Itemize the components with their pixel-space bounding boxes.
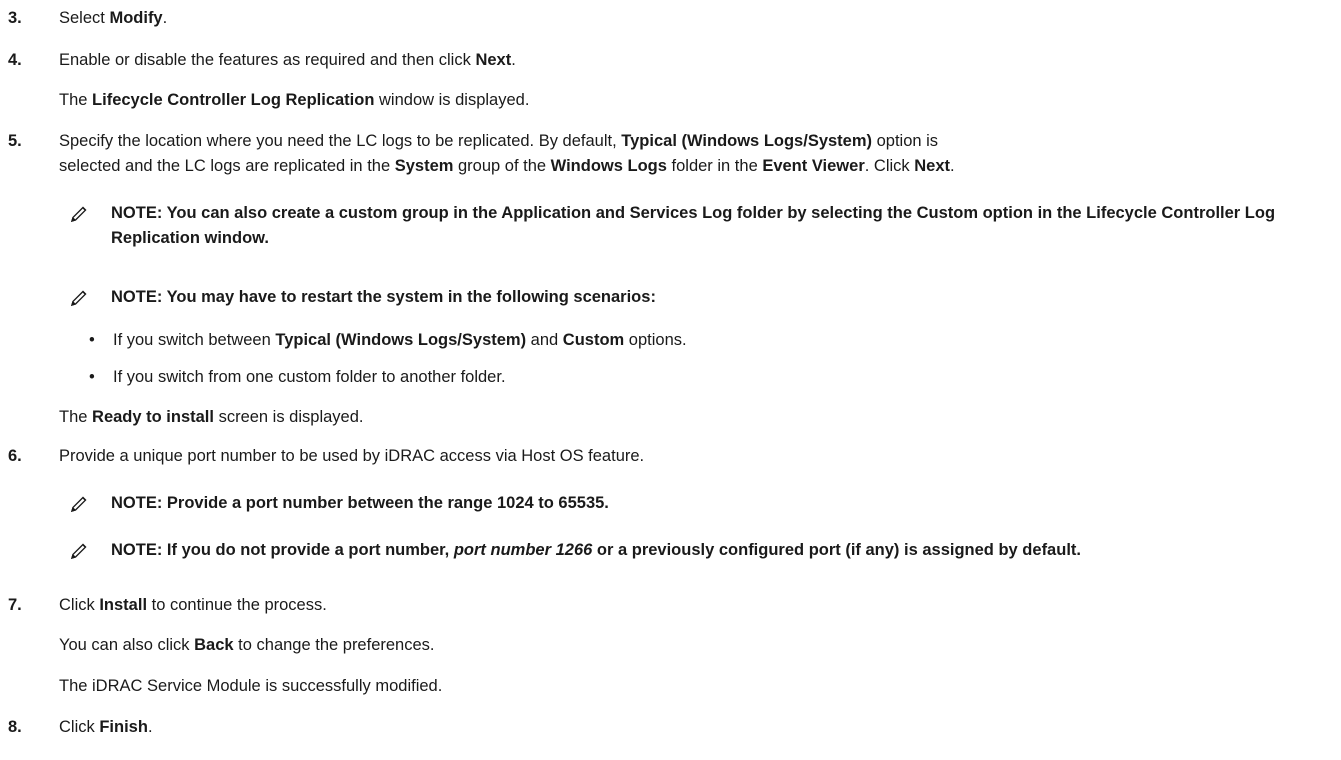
bullet-icon: •	[89, 331, 95, 349]
step-number: 7.	[8, 596, 22, 614]
step-text: Click Finish.	[59, 718, 153, 736]
note-text: NOTE: Provide a port number between the …	[111, 494, 609, 512]
step-text: Enable or disable the features as requir…	[59, 51, 516, 69]
note-pencil-icon	[69, 288, 89, 308]
step-number: 8.	[8, 718, 22, 736]
step-number: 6.	[8, 447, 22, 465]
note-text: NOTE: You may have to restart the system…	[111, 288, 656, 306]
step-text: Provide a unique port number to be used …	[59, 447, 645, 465]
step-number: 5.	[8, 132, 22, 150]
step-text: Select Modify.	[59, 9, 168, 27]
note-text: NOTE: If you do not provide a port numbe…	[111, 541, 1081, 559]
step-number: 4.	[8, 51, 22, 69]
note-pencil-icon	[69, 494, 89, 514]
step-number: 3.	[8, 9, 22, 27]
step-text: Click Install to continue the process.	[59, 596, 327, 614]
bullet-icon: •	[89, 368, 95, 386]
note-text: NOTE: You can also create a custom group…	[111, 204, 1276, 247]
note-pencil-icon	[69, 204, 89, 224]
step-text-line1: Specify the location where you need the …	[59, 132, 939, 150]
note-pencil-icon	[69, 541, 89, 561]
